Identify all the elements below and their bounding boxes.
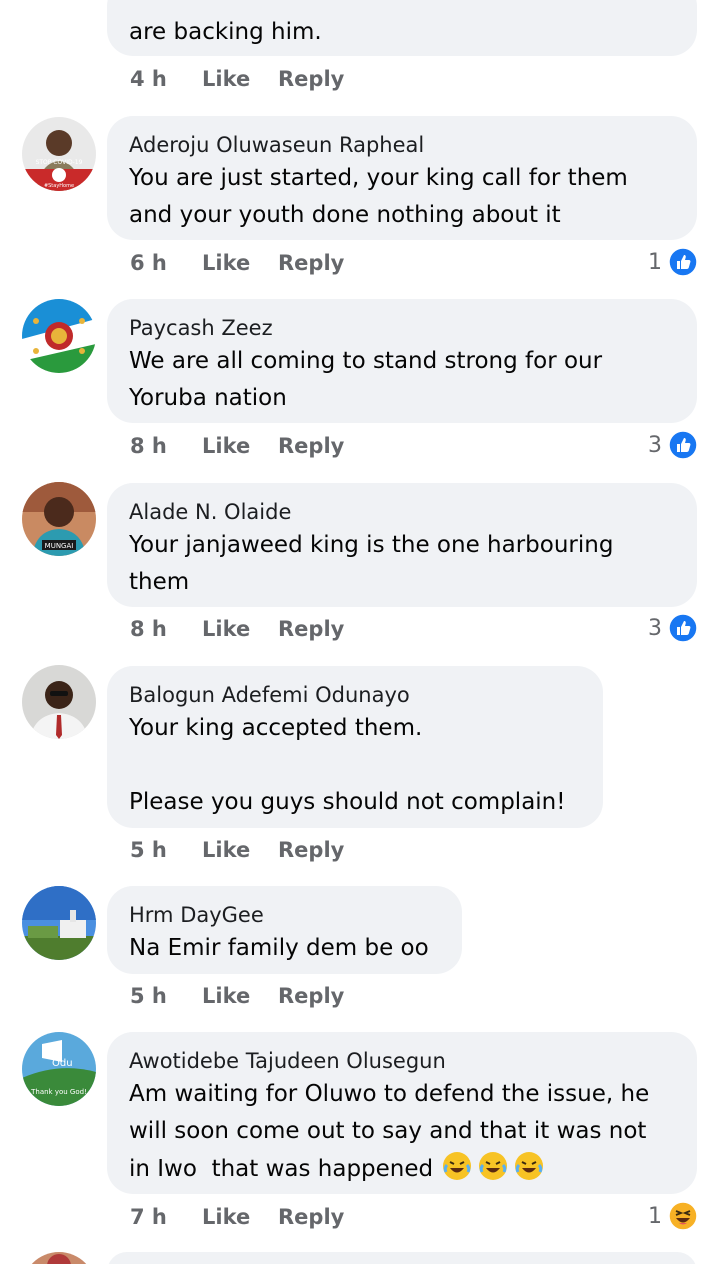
- comment-meta: 6 h Like Reply: [130, 248, 344, 278]
- comment-author[interactable]: Hrm DayGee: [129, 900, 440, 930]
- laughing-face-icon: [668, 1201, 698, 1231]
- comment-meta: 5 h Like Reply: [130, 835, 344, 865]
- comment-text: Your janjaweed king is the one harbourin…: [129, 532, 614, 595]
- thumbs-up-icon: [668, 613, 698, 643]
- comment-bubble: are backing him.: [107, 0, 697, 56]
- comment-text: Your king accepted them. Please you guys…: [129, 715, 566, 815]
- comment-text: You are just started, your king call for…: [129, 165, 628, 228]
- comment-author[interactable]: Balogun Adefemi Odunayo: [129, 680, 581, 710]
- comment-author[interactable]: Aderoju Oluwaseun Rapheal: [129, 130, 675, 160]
- avatar[interactable]: MUNGAI: [22, 482, 96, 556]
- rolling-laughing-icon: [441, 1150, 473, 1194]
- comment-bubble: Balogun Adefemi Odunayo Your king accept…: [107, 666, 603, 828]
- comment-meta: 8 h Like Reply: [130, 614, 344, 644]
- comment-text: We are all coming to stand strong for ou…: [129, 348, 603, 411]
- like-button[interactable]: Like: [202, 984, 278, 1008]
- comment-time: 4 h: [130, 67, 167, 91]
- avatar[interactable]: STOP COVID-19 #StayHome: [22, 117, 96, 191]
- avatar-badge-text: MUNGAI: [45, 542, 74, 550]
- reply-button[interactable]: Reply: [278, 984, 344, 1008]
- comment-bubble: Paycash Zeez We are all coming to stand …: [107, 299, 697, 423]
- comment-meta: 5 h Like Reply: [130, 981, 344, 1011]
- reaction-number: 1: [648, 1203, 662, 1229]
- comment-time: 8 h: [130, 434, 167, 458]
- comment-author[interactable]: Paycash Zeez: [129, 313, 675, 343]
- like-button[interactable]: Like: [202, 1205, 278, 1229]
- like-button[interactable]: Like: [202, 838, 278, 862]
- reaction-number: 3: [648, 615, 662, 641]
- reaction-count[interactable]: 3: [648, 613, 698, 643]
- emoji-group: [441, 1150, 545, 1194]
- reply-button[interactable]: Reply: [278, 67, 344, 91]
- comment-text: Am waiting for Oluwo to defend the issue…: [129, 1076, 675, 1194]
- comment-author[interactable]: Awotidebe Tajudeen Olusegun: [129, 1046, 675, 1076]
- comment-time: 6 h: [130, 251, 167, 275]
- like-button[interactable]: Like: [202, 251, 278, 275]
- reaction-number: 1: [648, 249, 662, 275]
- avatar-badge-text: #StayHome: [44, 183, 74, 189]
- comment-meta: 8 h Like Reply: [130, 431, 344, 461]
- avatar[interactable]: Odu Thank you God!: [22, 1032, 96, 1106]
- like-button[interactable]: Like: [202, 617, 278, 641]
- comment-time: 7 h: [130, 1205, 167, 1229]
- comment-meta: 7 h Like Reply: [130, 1202, 344, 1232]
- comment-bubble: Awotidebe Tajudeen Olusegun Am waiting f…: [107, 1032, 697, 1194]
- avatar-badge-text: Thank you God!: [30, 1088, 87, 1096]
- reaction-count[interactable]: 1: [648, 1201, 698, 1231]
- like-button[interactable]: Like: [202, 67, 278, 91]
- comment-time: 8 h: [130, 617, 167, 641]
- comment-text-body: Am waiting for Oluwo to defend the issue…: [129, 1081, 650, 1182]
- comment-text: Na Emir family dem be oo: [129, 935, 429, 961]
- comment-bubble: [107, 1252, 697, 1264]
- avatar[interactable]: [22, 886, 96, 960]
- avatar-badge-text: Odu: [52, 1058, 73, 1069]
- avatar[interactable]: [22, 299, 96, 373]
- comment-bubble: Aderoju Oluwaseun Rapheal You are just s…: [107, 116, 697, 240]
- reply-button[interactable]: Reply: [278, 617, 344, 641]
- comment-bubble: Hrm DayGee Na Emir family dem be oo: [107, 886, 462, 974]
- reply-button[interactable]: Reply: [278, 838, 344, 862]
- comment-text: are backing him.: [129, 19, 322, 45]
- rolling-laughing-icon: [477, 1150, 509, 1194]
- avatar-badge-text: STOP COVID-19: [36, 159, 83, 166]
- avatar[interactable]: [22, 1252, 96, 1264]
- comment-author[interactable]: Alade N. Olaide: [129, 497, 675, 527]
- thumbs-up-icon: [668, 247, 698, 277]
- reply-button[interactable]: Reply: [278, 434, 344, 458]
- like-button[interactable]: Like: [202, 434, 278, 458]
- reaction-count[interactable]: 3: [648, 430, 698, 460]
- comment-meta: 4 h Like Reply: [130, 64, 344, 94]
- reply-button[interactable]: Reply: [278, 251, 344, 275]
- thumbs-up-icon: [668, 430, 698, 460]
- rolling-laughing-icon: [513, 1150, 545, 1194]
- avatar[interactable]: [22, 665, 96, 739]
- comment-time: 5 h: [130, 984, 167, 1008]
- comment-time: 5 h: [130, 838, 167, 862]
- reply-button[interactable]: Reply: [278, 1205, 344, 1229]
- reaction-number: 3: [648, 432, 662, 458]
- comment-bubble: Alade N. Olaide Your janjaweed king is t…: [107, 483, 697, 607]
- reaction-count[interactable]: 1: [648, 247, 698, 277]
